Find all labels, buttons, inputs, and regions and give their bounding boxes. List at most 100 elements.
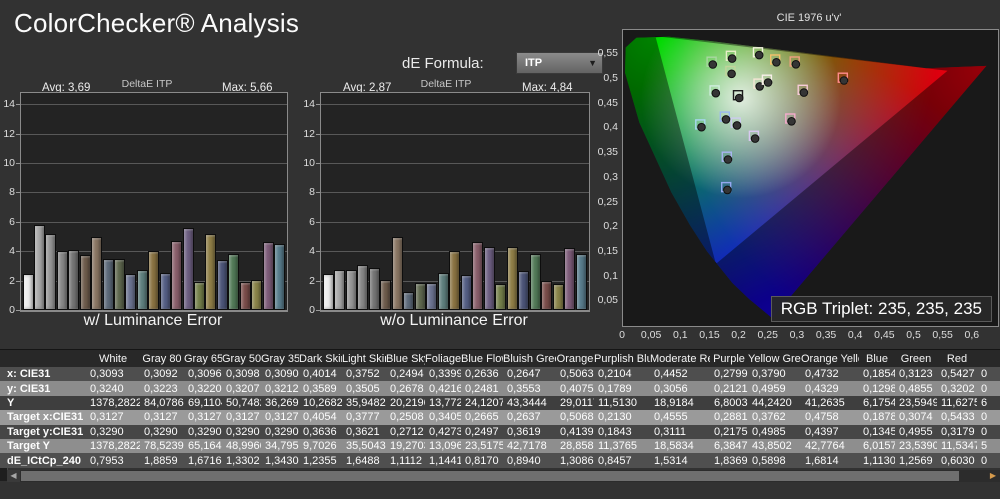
table-cell: 0,4855 [895, 381, 937, 395]
table-cell: 0,4054 [299, 410, 342, 424]
table-cell: 0,3505 [342, 381, 386, 395]
cie-1976-diagram: RGB Triplet: 235, 235, 235 [622, 29, 999, 327]
de-bar [403, 292, 414, 310]
table-cell: 69,1104 [184, 396, 222, 410]
scrollbar-thumb[interactable] [21, 471, 959, 481]
chart1-deltae-label: DeltaE ITP [122, 78, 173, 90]
table-cell: 6,8003 [710, 396, 748, 410]
y-tick-mark [316, 281, 320, 282]
de-bar [80, 255, 91, 310]
column-header: Blue Sky [386, 350, 425, 367]
de-bar [541, 281, 552, 310]
table-cell: 44,2420 [748, 396, 801, 410]
table-cell: 0,3123 [895, 367, 937, 381]
table-cell: 0,3290 [140, 425, 184, 439]
de-bar [23, 274, 34, 310]
table-cell: 11,5347 [937, 439, 977, 453]
de-bar [323, 274, 334, 310]
table-cell: 19,2703 [386, 439, 425, 453]
table-cell: 0,3290 [184, 425, 222, 439]
y-tick-mark [16, 310, 20, 311]
de-bar [125, 274, 136, 310]
table-cell: 0,3127 [86, 410, 140, 424]
table-cell: 0,1345 [859, 425, 895, 439]
table-cell: 0,3290 [261, 425, 299, 439]
de-bar [137, 270, 148, 310]
cie-measured-point [698, 123, 706, 131]
table-cell: 0,2497 [461, 425, 503, 439]
column-header: Orange [556, 350, 594, 367]
table-row: dE_ICtCp_2400,79531,88591,67161,33021,34… [0, 453, 1000, 467]
table-cell: 0,5433 [937, 410, 977, 424]
y-tick-label: 6 [299, 216, 315, 228]
table-cell: 0,2665 [461, 410, 503, 424]
cie-y-tick-label: 0,1 [592, 270, 618, 282]
table-cell: 0,4216 [425, 381, 461, 395]
table-cell: 23,5175 [461, 439, 503, 453]
de-bar [495, 284, 506, 310]
de-bar [148, 251, 159, 310]
table-cell: 1378,2822 [86, 396, 140, 410]
column-header: Gray 80 [140, 350, 184, 367]
de-bar [530, 254, 541, 310]
cie-measured-point [751, 135, 759, 143]
y-tick-mark [316, 163, 320, 164]
table-cell: 65,1648 [184, 439, 222, 453]
de-formula-dropdown[interactable]: ITP ▼ [516, 52, 603, 74]
table-cell: 1,3302 [222, 453, 261, 467]
table-cell: 0,7953 [86, 453, 140, 467]
y-tick-mark [316, 104, 320, 105]
table-cell: 0,4758 [801, 410, 859, 424]
cie-x-tick-label: 0,55 [932, 329, 952, 341]
table-horizontal-scrollbar[interactable]: ◀ ▶ [7, 470, 1000, 482]
table-cell: 42,7178 [503, 439, 556, 453]
table-cell: 0,3096 [184, 367, 222, 381]
table-row: Target x:CIE310,31270,31270,31270,31270,… [0, 410, 1000, 424]
y-tick-mark [16, 192, 20, 193]
cie-measured-point [755, 51, 763, 59]
table-cell: 0,3777 [342, 410, 386, 424]
table-cell: 23,5949 [895, 396, 937, 410]
table-cell: 1,1441 [425, 453, 461, 467]
clipped-column-header [977, 350, 1000, 367]
table-cell: 0,2494 [386, 367, 425, 381]
table-cell: 18,9184 [650, 396, 710, 410]
table-cell: 0,2175 [710, 425, 748, 439]
chart1-title: w/ Luminance Error [84, 312, 223, 330]
de-formula-selected-value: ITP [517, 57, 588, 69]
table-cell: 1,6716 [184, 453, 222, 467]
table-cell: 0,4014 [299, 367, 342, 381]
cie-measured-point [733, 122, 741, 130]
scroll-left-arrow-icon[interactable]: ◀ [7, 470, 20, 482]
column-header: Dark Skin [299, 350, 342, 367]
gridline [21, 222, 287, 223]
de-bar [553, 284, 564, 310]
table-cell: 1,3430 [261, 453, 299, 467]
de-bar [91, 237, 102, 310]
y-tick-label: 2 [299, 275, 315, 287]
de-bar [194, 282, 205, 310]
scroll-right-arrow-icon[interactable]: ▶ [987, 470, 999, 482]
de-bar [438, 273, 449, 310]
cie-y-tick-label: 0,5 [592, 72, 618, 84]
clipped-cell: 0 [977, 381, 1000, 395]
gridline [21, 134, 287, 135]
cie-measured-point [764, 79, 772, 87]
gridline [21, 104, 287, 105]
table-cell: 0,3093 [86, 367, 140, 381]
de-bar [217, 260, 228, 310]
table-cell: 0,3098 [222, 367, 261, 381]
de-bar [334, 270, 345, 310]
de-bar [183, 228, 194, 310]
table-cell: 50,7482 [222, 396, 261, 410]
table-cell: 0,2121 [710, 381, 748, 395]
table-cell: 1,1130 [859, 453, 895, 467]
de-bar [392, 237, 403, 310]
y-tick-label: 12 [0, 128, 15, 140]
gridline [321, 104, 589, 105]
y-tick-label: 8 [0, 186, 15, 198]
y-tick-mark [16, 251, 20, 252]
de-bar [263, 242, 274, 310]
y-tick-label: 10 [299, 157, 315, 169]
gridline [21, 163, 287, 164]
